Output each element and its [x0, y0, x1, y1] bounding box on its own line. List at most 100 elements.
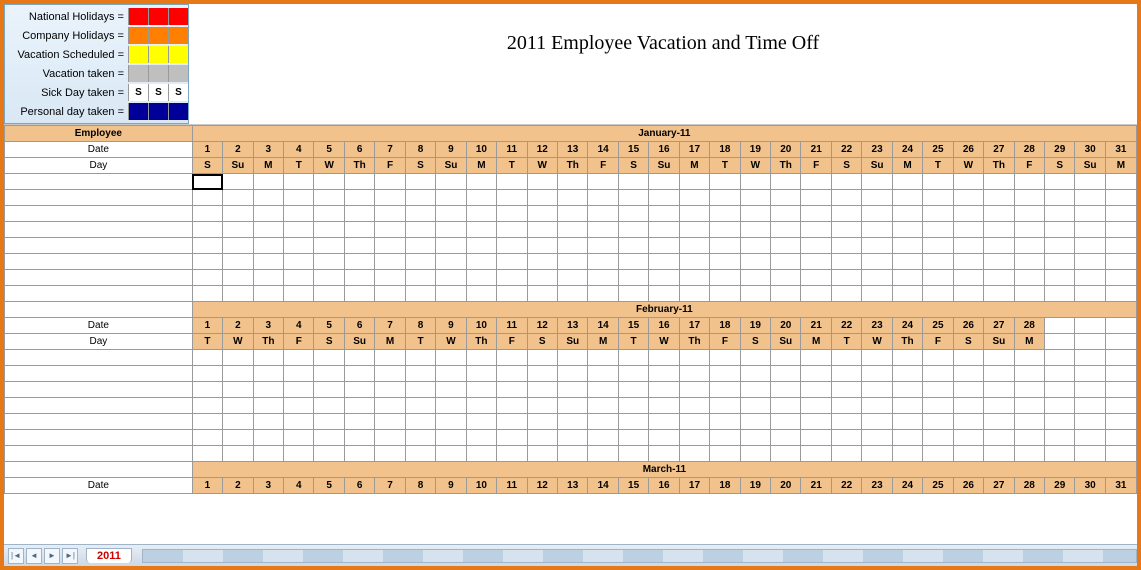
- calendar-cell[interactable]: [740, 350, 770, 366]
- calendar-cell[interactable]: [1105, 366, 1136, 382]
- calendar-cell[interactable]: [771, 174, 801, 190]
- calendar-cell[interactable]: [1044, 430, 1074, 446]
- calendar-cell[interactable]: [862, 382, 892, 398]
- calendar-cell[interactable]: [223, 174, 253, 190]
- calendar-cell[interactable]: [1044, 190, 1074, 206]
- calendar-cell[interactable]: [1014, 430, 1044, 446]
- calendar-cell[interactable]: [984, 206, 1014, 222]
- calendar-cell[interactable]: [771, 286, 801, 302]
- calendar-cell[interactable]: [740, 190, 770, 206]
- calendar-cell[interactable]: [740, 254, 770, 270]
- calendar-cell[interactable]: [831, 366, 861, 382]
- calendar-cell[interactable]: [497, 222, 527, 238]
- calendar-cell[interactable]: [649, 270, 679, 286]
- calendar-cell[interactable]: [618, 222, 648, 238]
- calendar-cell[interactable]: [192, 174, 222, 190]
- calendar-cell[interactable]: [497, 190, 527, 206]
- calendar-cell[interactable]: [1075, 350, 1105, 366]
- calendar-cell[interactable]: [344, 398, 374, 414]
- calendar-cell[interactable]: [679, 174, 709, 190]
- calendar-cell[interactable]: [527, 366, 557, 382]
- calendar-cell[interactable]: [1105, 190, 1136, 206]
- calendar-cell[interactable]: [618, 350, 648, 366]
- calendar-cell[interactable]: [344, 254, 374, 270]
- calendar-cell[interactable]: [1014, 174, 1044, 190]
- calendar-cell[interactable]: [710, 190, 740, 206]
- calendar-cell[interactable]: [771, 414, 801, 430]
- calendar-cell[interactable]: [1075, 286, 1105, 302]
- calendar-cell[interactable]: [862, 398, 892, 414]
- calendar-cell[interactable]: [436, 366, 466, 382]
- calendar-cell[interactable]: [923, 174, 953, 190]
- employee-cell[interactable]: [5, 222, 193, 238]
- calendar-cell[interactable]: [953, 238, 983, 254]
- calendar-cell[interactable]: [923, 398, 953, 414]
- calendar-cell[interactable]: [649, 238, 679, 254]
- calendar-cell[interactable]: [527, 254, 557, 270]
- calendar-cell[interactable]: [466, 350, 496, 366]
- calendar-cell[interactable]: [253, 350, 283, 366]
- calendar-cell[interactable]: [923, 286, 953, 302]
- calendar-cell[interactable]: [984, 270, 1014, 286]
- calendar-cell[interactable]: [527, 446, 557, 462]
- calendar-cell[interactable]: [466, 430, 496, 446]
- employee-cell[interactable]: [5, 446, 193, 462]
- calendar-cell[interactable]: [344, 174, 374, 190]
- calendar-cell[interactable]: [679, 270, 709, 286]
- calendar-cell[interactable]: [801, 414, 831, 430]
- employee-cell[interactable]: [5, 462, 193, 478]
- calendar-cell[interactable]: [405, 350, 435, 366]
- calendar-cell[interactable]: [984, 350, 1014, 366]
- employee-cell[interactable]: [5, 206, 193, 222]
- calendar-cell[interactable]: [892, 446, 922, 462]
- calendar-cell[interactable]: [1014, 366, 1044, 382]
- calendar-cell[interactable]: [405, 430, 435, 446]
- calendar-cell[interactable]: [892, 414, 922, 430]
- calendar-cell[interactable]: [344, 414, 374, 430]
- calendar-cell[interactable]: [557, 414, 587, 430]
- calendar-cell[interactable]: [253, 270, 283, 286]
- calendar-cell[interactable]: [953, 446, 983, 462]
- calendar-cell[interactable]: [588, 430, 618, 446]
- calendar-cell[interactable]: [344, 382, 374, 398]
- calendar-cell[interactable]: [284, 174, 314, 190]
- calendar-cell[interactable]: [649, 222, 679, 238]
- calendar-cell[interactable]: [1105, 382, 1136, 398]
- calendar-cell[interactable]: [1075, 254, 1105, 270]
- tab-nav-first[interactable]: |◄: [8, 548, 24, 564]
- calendar-cell[interactable]: [831, 446, 861, 462]
- calendar-cell[interactable]: [557, 238, 587, 254]
- calendar-cell[interactable]: [710, 270, 740, 286]
- calendar-cell[interactable]: [405, 366, 435, 382]
- calendar-cell[interactable]: [923, 222, 953, 238]
- calendar-cell[interactable]: [192, 398, 222, 414]
- calendar-cell[interactable]: [618, 382, 648, 398]
- calendar-cell[interactable]: [1105, 286, 1136, 302]
- calendar-cell[interactable]: [497, 350, 527, 366]
- calendar-cell[interactable]: [466, 190, 496, 206]
- calendar-cell[interactable]: [557, 430, 587, 446]
- calendar-cell[interactable]: [527, 270, 557, 286]
- calendar-cell[interactable]: [1075, 366, 1105, 382]
- calendar-cell[interactable]: [953, 254, 983, 270]
- calendar-cell[interactable]: [618, 238, 648, 254]
- calendar-cell[interactable]: [618, 446, 648, 462]
- calendar-cell[interactable]: [771, 446, 801, 462]
- calendar-cell[interactable]: [862, 350, 892, 366]
- calendar-cell[interactable]: [801, 174, 831, 190]
- calendar-cell[interactable]: [862, 222, 892, 238]
- calendar-cell[interactable]: [405, 446, 435, 462]
- calendar-cell[interactable]: [923, 366, 953, 382]
- calendar-cell[interactable]: [862, 190, 892, 206]
- calendar-cell[interactable]: [588, 366, 618, 382]
- calendar-cell[interactable]: [1075, 414, 1105, 430]
- employee-cell[interactable]: [5, 238, 193, 254]
- calendar-cell[interactable]: [679, 238, 709, 254]
- calendar-cell[interactable]: [588, 350, 618, 366]
- calendar-cell[interactable]: [497, 382, 527, 398]
- calendar-cell[interactable]: [557, 222, 587, 238]
- calendar-cell[interactable]: [1105, 446, 1136, 462]
- calendar-cell[interactable]: [314, 382, 344, 398]
- calendar-cell[interactable]: [284, 270, 314, 286]
- calendar-cell[interactable]: [1014, 190, 1044, 206]
